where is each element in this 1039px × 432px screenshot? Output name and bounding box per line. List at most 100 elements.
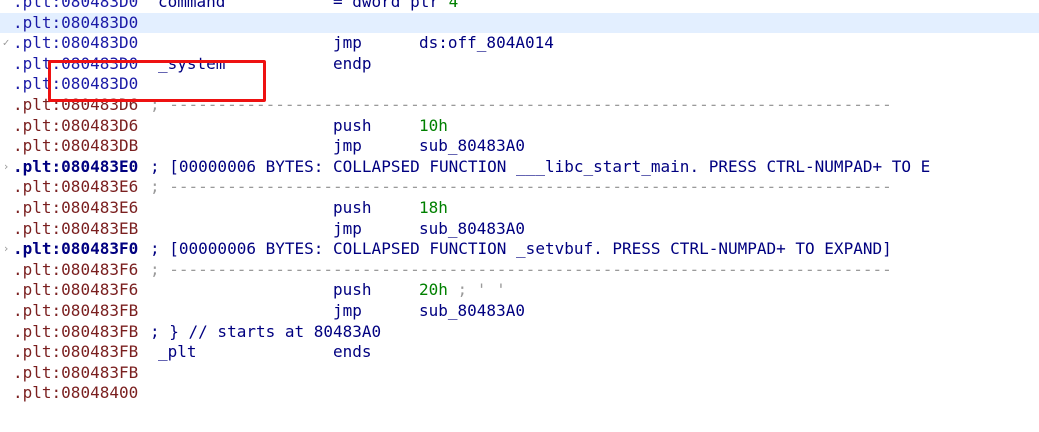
instruction-operand[interactable]: 10h bbox=[419, 116, 448, 137]
line-address: .plt:080483E6 bbox=[13, 198, 138, 219]
symbol-name[interactable]: command bbox=[158, 0, 225, 13]
address-separator: : bbox=[51, 115, 62, 135]
listing-line[interactable]: .plt:080483E6 push 18h bbox=[0, 198, 1039, 219]
address-offset: 08048400 bbox=[61, 383, 139, 403]
expand-arrow-icon[interactable]: › bbox=[0, 239, 12, 260]
instruction-mnemonic: jmp bbox=[333, 33, 362, 53]
address-offset: 080483DB bbox=[61, 136, 139, 156]
address-separator: : bbox=[51, 218, 62, 238]
instruction-mnemonic: push bbox=[333, 197, 372, 217]
instruction-mnemonic: push bbox=[333, 280, 372, 300]
instruction-operand[interactable]: 20h ; ' ' bbox=[419, 280, 506, 301]
address-separator: : bbox=[51, 0, 62, 11]
instruction-operand[interactable]: sub_80483A0 bbox=[419, 301, 525, 322]
address-offset: 080483FB bbox=[61, 321, 139, 341]
segment-name: .plt bbox=[13, 94, 52, 114]
listing-line[interactable]: .plt:080483D0 _system endp bbox=[0, 54, 1039, 75]
listing-line[interactable]: .plt:080483FB _plt ends bbox=[0, 342, 1039, 363]
instruction-mnemonic: jmp bbox=[333, 136, 362, 156]
operand-text[interactable]: 10h bbox=[419, 116, 448, 135]
listing-line[interactable]: .plt:080483D6 ; -------------------------… bbox=[0, 95, 1039, 116]
address-offset: 080483EB bbox=[61, 218, 139, 238]
address-separator: : bbox=[51, 53, 62, 73]
address-separator: : bbox=[51, 94, 62, 114]
expand-arrow-icon[interactable]: › bbox=[0, 157, 12, 178]
address-separator: : bbox=[51, 12, 62, 32]
operand-text[interactable]: 20h bbox=[419, 280, 448, 299]
address-separator: : bbox=[51, 342, 62, 362]
collapsed-function-line[interactable]: › .plt:080483F0 ; [00000006 BYTES: COLLAPS… bbox=[0, 239, 1039, 260]
segment-name: .plt bbox=[13, 280, 52, 300]
instruction-operand[interactable]: sub_80483A0 bbox=[419, 136, 525, 157]
segment-name: .plt bbox=[13, 362, 52, 382]
line-address: .plt:080483D6 bbox=[13, 116, 138, 137]
operand-text[interactable]: sub_80483A0 bbox=[419, 136, 525, 155]
address-offset: 080483D6 bbox=[61, 115, 139, 135]
segment-name: .plt bbox=[13, 342, 52, 362]
operand-text[interactable]: sub_80483A0 bbox=[419, 301, 525, 320]
operand-text[interactable]: ds:off_804A014 bbox=[419, 33, 554, 52]
segment-name: .plt bbox=[13, 197, 52, 217]
listing-line[interactable]: .plt:080483F6 push 20h ; ' ' bbox=[0, 280, 1039, 301]
address-offset: 080483E6 bbox=[61, 177, 139, 197]
check-icon[interactable]: ✓ bbox=[0, 33, 12, 54]
line-comment: ; [00000006 BYTES: COLLAPSED FUNCTION __… bbox=[150, 156, 931, 176]
segment-name: .plt bbox=[13, 33, 52, 53]
address-separator: : bbox=[51, 300, 62, 320]
line-address: .plt:080483F0 bbox=[13, 239, 138, 260]
segment-name: .plt bbox=[13, 156, 52, 176]
address-separator: : bbox=[51, 156, 62, 176]
instruction-mnemonic: jmp bbox=[333, 300, 362, 320]
listing-line[interactable]: .plt:080483D6 push 10h bbox=[0, 116, 1039, 137]
segment-name: .plt bbox=[13, 177, 52, 197]
segment-name: .plt bbox=[13, 115, 52, 135]
address-offset: 080483FB bbox=[61, 342, 139, 362]
segment-name: .plt bbox=[13, 136, 52, 156]
stack-var-definition: = dword ptr 4 bbox=[333, 0, 458, 13]
listing-line[interactable]: .plt:080483D0 bbox=[0, 74, 1039, 95]
address-separator: : bbox=[51, 197, 62, 217]
listing-line[interactable]: .plt:080483DB jmp sub_80483A0 bbox=[0, 136, 1039, 157]
listing-line[interactable]: .plt:080483EB jmp sub_80483A0 bbox=[0, 219, 1039, 240]
collapsed-function-line[interactable]: › .plt:080483E0 ; [00000006 BYTES: COLLAPS… bbox=[0, 157, 1039, 178]
line-address: .plt:080483FB bbox=[13, 322, 138, 343]
disassembly-listing[interactable]: .plt:080483D0 command = dword ptr 4 .plt:08… bbox=[0, 0, 1039, 404]
listing-line[interactable]: .plt:080483E6 ; -------------------------… bbox=[0, 177, 1039, 198]
address-offset: 080483FB bbox=[61, 300, 139, 320]
listing-line[interactable]: .plt:080483FB bbox=[0, 363, 1039, 384]
listing-line[interactable]: .plt:080483F6 ; -------------------------… bbox=[0, 260, 1039, 281]
line-address: .plt:080483E6 bbox=[13, 177, 138, 198]
listing-line[interactable]: .plt:080483D0 command = dword ptr 4 bbox=[0, 0, 1039, 13]
separator-comment: ; --------------------------------------… bbox=[150, 94, 892, 114]
instruction-operand[interactable]: sub_80483A0 bbox=[419, 219, 525, 240]
instruction-mnemonic: ends bbox=[333, 342, 372, 362]
segment-name: .plt bbox=[13, 321, 52, 341]
address-offset: 080483F0 bbox=[61, 239, 139, 259]
separator-comment: ; --------------------------------------… bbox=[150, 177, 892, 197]
listing-line[interactable]: .plt:080483D0 bbox=[0, 12, 1039, 34]
listing-line[interactable]: .plt:08048400 bbox=[0, 383, 1039, 404]
address-offset: 080483F6 bbox=[61, 259, 139, 279]
address-separator: : bbox=[51, 259, 62, 279]
segment-name: .plt bbox=[13, 74, 52, 94]
segment-name: .plt bbox=[13, 239, 52, 259]
segment-name: .plt bbox=[13, 259, 52, 279]
instruction-operand[interactable]: ds:off_804A014 bbox=[419, 33, 554, 54]
operand-text[interactable]: sub_80483A0 bbox=[419, 219, 525, 238]
address-separator: : bbox=[51, 383, 62, 403]
separator-comment: ; --------------------------------------… bbox=[150, 259, 892, 279]
symbol-name[interactable]: _system bbox=[158, 54, 225, 75]
address-offset: 080483F6 bbox=[61, 280, 139, 300]
operand-text[interactable]: 18h bbox=[419, 198, 448, 217]
address-offset: 080483E0 bbox=[61, 156, 139, 176]
listing-line[interactable]: ✓ .plt:080483D0 jmp ds:off_804A014 bbox=[0, 33, 1039, 54]
line-address: .plt:080483D0 bbox=[13, 54, 138, 75]
symbol-name[interactable]: _plt bbox=[158, 342, 197, 363]
line-address: .plt:080483FB bbox=[13, 342, 138, 363]
listing-line[interactable]: .plt:080483FB jmp sub_80483A0 bbox=[0, 301, 1039, 322]
address-offset: 080483FB bbox=[61, 362, 139, 382]
instruction-mnemonic: endp bbox=[333, 53, 372, 73]
instruction-operand[interactable]: 18h bbox=[419, 198, 448, 219]
listing-line[interactable]: .plt:080483FB ; } // starts at 80483A0 bbox=[0, 322, 1039, 343]
address-separator: : bbox=[51, 33, 62, 53]
